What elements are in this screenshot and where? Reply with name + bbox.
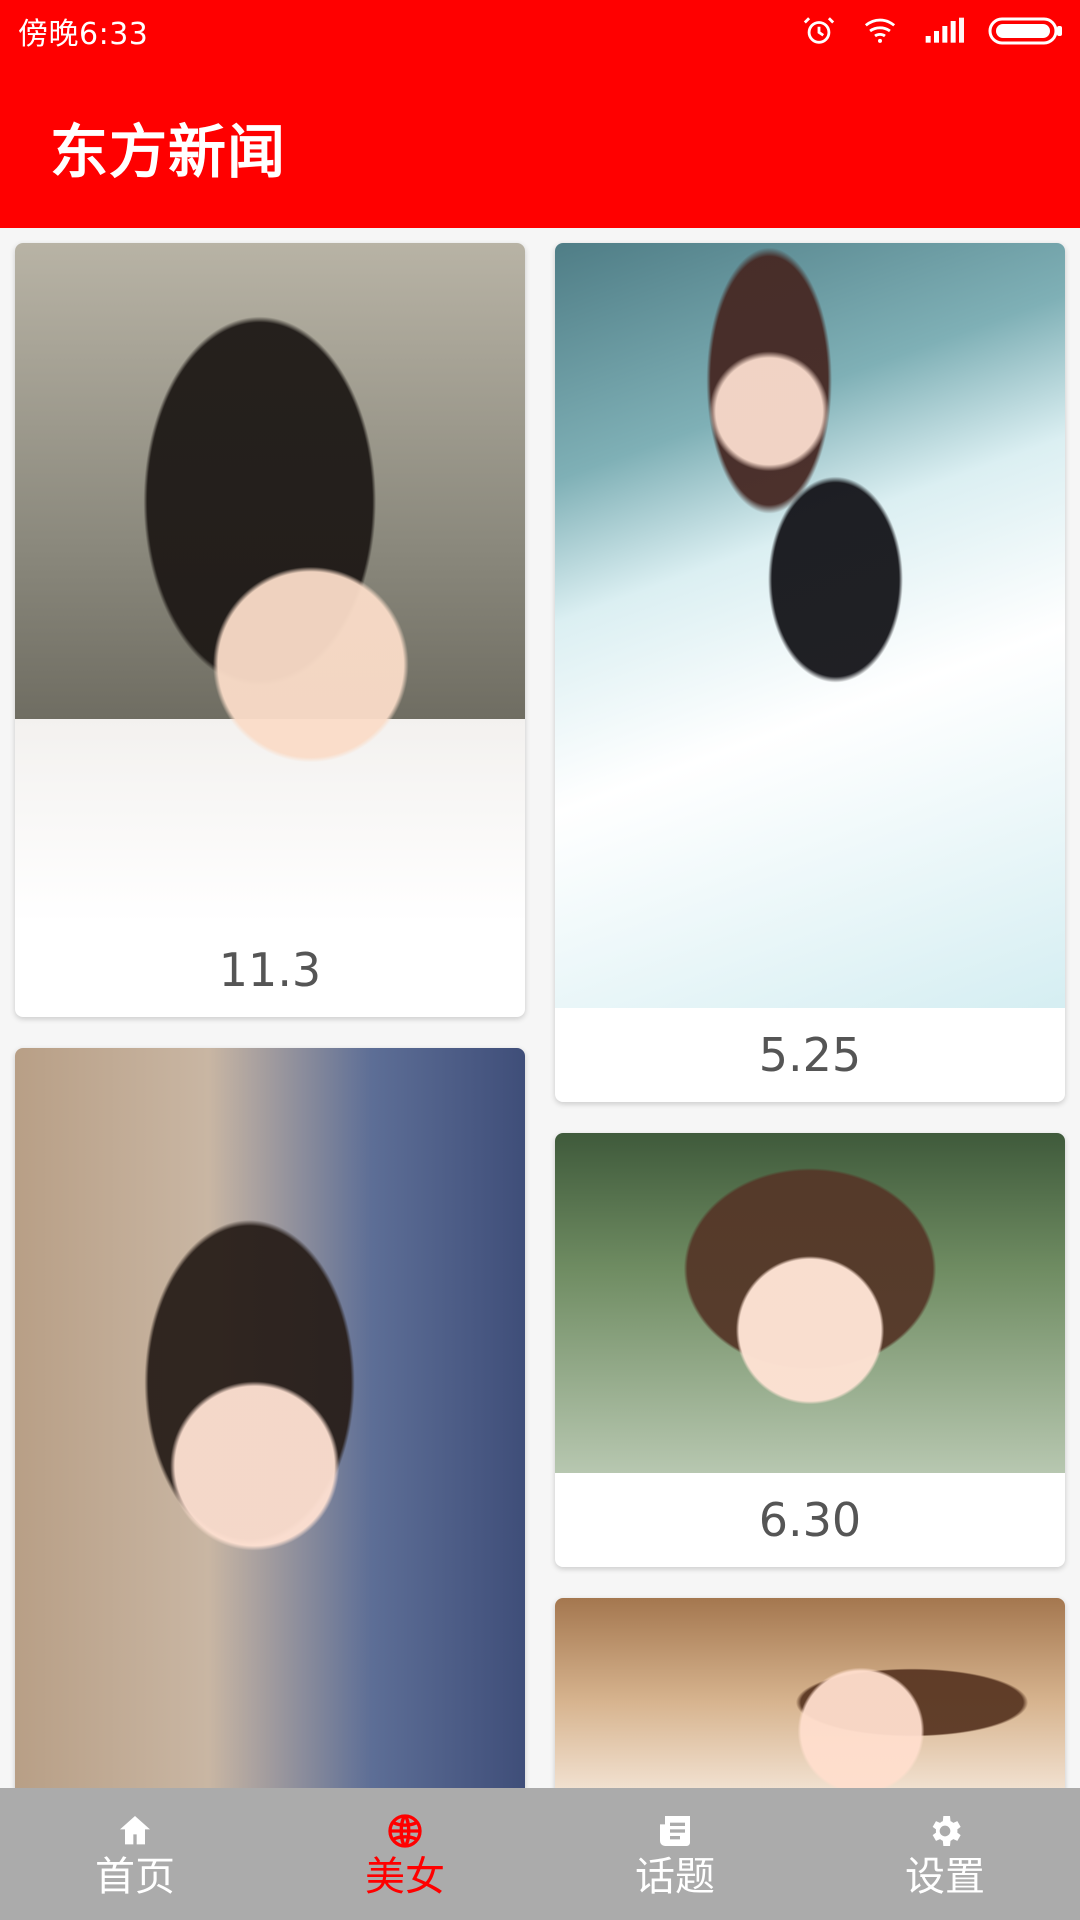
app-header: 傍晚6:33 东方新闻 (0, 0, 1080, 228)
globe-icon (385, 1811, 425, 1851)
tab-beauty[interactable]: 美女 (270, 1788, 540, 1920)
alarm-icon (802, 14, 836, 48)
gallery-card[interactable]: 6.30 (555, 1133, 1065, 1567)
gallery-card[interactable] (555, 1598, 1065, 1788)
gallery-photo[interactable] (555, 1133, 1065, 1473)
tab-settings[interactable]: 设置 (810, 1788, 1080, 1920)
card-caption: 5.25 (758, 1028, 862, 1082)
news-icon (655, 1811, 695, 1851)
battery-icon (988, 15, 1064, 47)
gallery-photo[interactable] (555, 1598, 1065, 1788)
gallery-card[interactable] (15, 1048, 525, 1788)
tab-topics-label: 话题 (635, 1854, 715, 1900)
status-icons (802, 14, 1064, 48)
tab-home-label: 首页 (95, 1854, 175, 1900)
gallery-photo[interactable] (15, 243, 525, 923)
tab-home[interactable]: 首页 (0, 1788, 270, 1920)
home-icon (115, 1811, 155, 1851)
wifi-icon (860, 14, 900, 48)
status-bar: 傍晚6:33 (0, 0, 1080, 62)
status-time: 傍晚6:33 (18, 17, 149, 52)
card-caption: 11.3 (218, 943, 322, 997)
gallery-photo[interactable] (555, 243, 1065, 1008)
gallery-card[interactable]: 11.3 (15, 243, 525, 1017)
signal-icon (924, 16, 964, 46)
gallery-card[interactable]: 5.25 (555, 243, 1065, 1102)
image-gallery[interactable]: 11.3 5.25 6.30 (0, 228, 1080, 1788)
bottom-navigation: 首页 美女 话题 设置 (0, 1788, 1080, 1920)
page-title: 东方新闻 (50, 118, 287, 186)
tab-topics[interactable]: 话题 (540, 1788, 810, 1920)
gallery-photo[interactable] (15, 1048, 525, 1788)
card-caption: 6.30 (758, 1493, 862, 1547)
tab-settings-label: 设置 (905, 1854, 985, 1900)
gear-icon (925, 1811, 965, 1851)
tab-beauty-label: 美女 (365, 1854, 445, 1900)
